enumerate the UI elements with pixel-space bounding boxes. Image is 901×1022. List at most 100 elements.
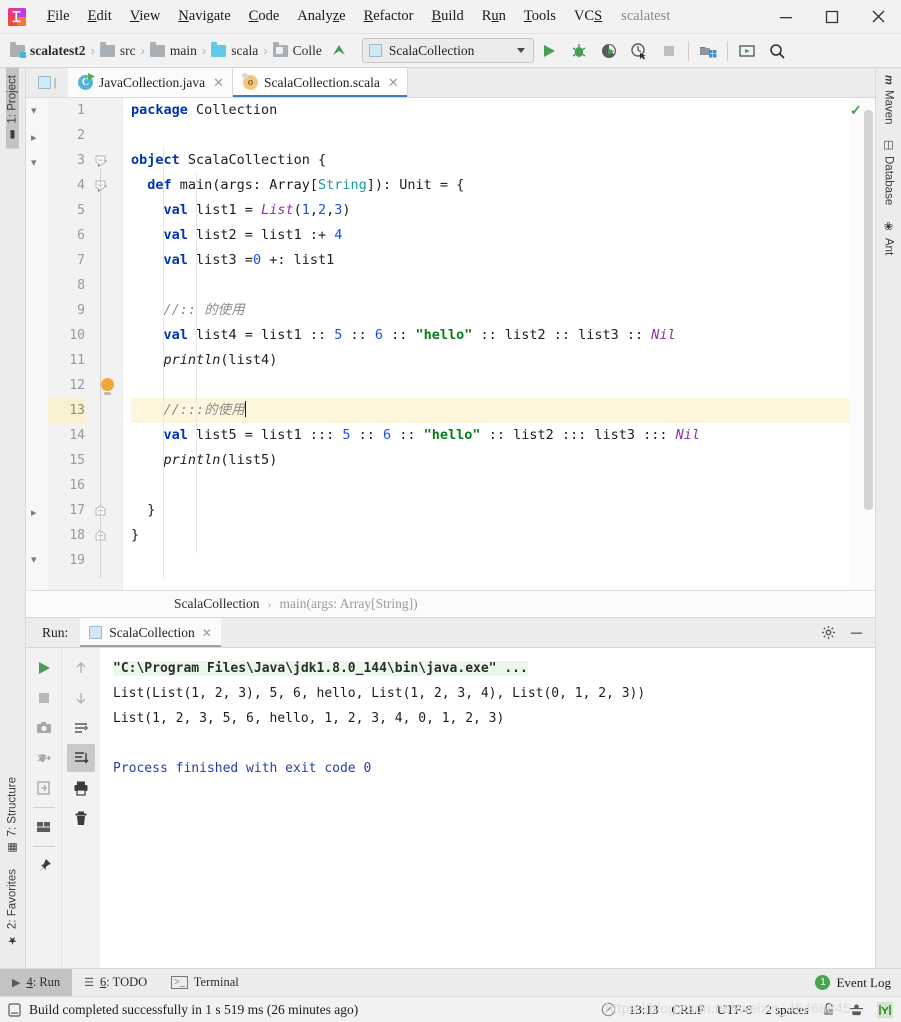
build-project-button[interactable] [693,37,723,65]
menu-analyze[interactable]: Analyze [288,6,354,27]
console-output[interactable]: "C:\Program Files\Java\jdk1.8.0_144\bin\… [100,648,875,968]
menu-edit[interactable]: Edit [79,6,121,27]
code-line[interactable]: def main(args: Array[String]): Unit = { [131,173,849,198]
breadcrumb-scalatest2[interactable]: scalatest2 [8,41,87,59]
menu-build[interactable]: Build [423,6,473,27]
code-line[interactable]: val list4 = list1 :: 5 :: 6 :: "hello" :… [131,323,849,348]
pin-icon[interactable] [30,852,58,880]
menu-view[interactable]: View [121,6,170,27]
code-line[interactable] [131,473,849,498]
menu-file[interactable]: File [38,6,79,27]
chevron-right-icon[interactable]: ▸ [31,506,37,519]
code-line[interactable] [131,273,849,298]
vcs-update-icon[interactable] [324,37,354,65]
gutter-markers[interactable] [92,98,122,590]
bottom-item-todo[interactable]: ☰ 6: TODO [72,969,159,996]
dump-threads-icon[interactable] [30,744,58,772]
menu-code[interactable]: Code [240,6,289,27]
code-line[interactable]: println(list4) [131,348,849,373]
status-line-separator[interactable]: CRLF [671,1002,704,1018]
search-everywhere-button[interactable] [762,37,792,65]
trash-icon[interactable] [67,804,95,832]
chevron-down-icon[interactable]: ▾ [31,553,37,566]
close-icon[interactable]: ✕ [388,75,399,91]
code-editor[interactable]: ▾ ▸ ▾ ▾ ▸ 1 2 3 4 5 6 7 8 9 10 11 12 13 14 15 16 17 18 19 … [26,98,875,590]
status-indent[interactable]: 2 spaces [765,1002,809,1018]
code-line[interactable]: val list3 =0 +: list1 [131,248,849,273]
scrollbar-thumb[interactable] [864,110,873,510]
sidebar-item-favorites[interactable]: ★ 2: Favorites [6,862,20,954]
breadcrumb-main[interactable]: main [148,41,199,59]
intention-bulb-icon[interactable] [101,378,114,395]
breadcrumb-src[interactable]: src [98,41,138,59]
sidebar-item-structure[interactable]: ▦ 7: Structure [6,770,20,861]
breadcrumb-scala[interactable]: scala [209,41,260,59]
sidebar-item-database[interactable]: ◫ Database [882,131,895,212]
sidebar-item-maven[interactable]: m Maven [883,68,895,131]
clock-icon[interactable] [601,1002,616,1017]
status-encoding[interactable]: UTF-8 [717,1002,752,1018]
tab-javacollection[interactable]: C JavaCollection.java ✕ [68,68,233,97]
scroll-to-end-icon[interactable] [67,744,95,772]
scroll-up-icon[interactable] [67,654,95,682]
rerun-icon[interactable] [30,654,58,682]
lock-icon[interactable] [822,1002,836,1017]
code-line[interactable]: val list2 = list1 :+ 4 [131,223,849,248]
settings-gear-icon[interactable] [815,621,841,645]
chevron-right-icon[interactable]: ▸ [31,131,37,144]
sidebar-item-ant[interactable]: ❀ Ant [882,213,895,262]
breadcrumb-method[interactable]: main(args: Array[String]) [279,596,417,612]
menu-navigate[interactable]: Navigate [169,6,239,27]
layout-icon[interactable] [30,813,58,841]
close-button[interactable] [855,0,901,33]
code-line[interactable]: val list5 = list1 ::: 5 :: 6 :: "hello" … [131,423,849,448]
code-content[interactable]: package Collection object ScalaCollectio… [122,98,849,590]
code-line[interactable]: val list1 = List(1,2,3) [131,198,849,223]
breadcrumb-colle[interactable]: Colle [271,41,324,59]
code-line[interactable]: //:::的使用 [131,398,849,423]
code-line[interactable] [131,548,849,573]
sidebar-item-project[interactable]: ▮ 1: Project [6,68,19,149]
close-icon[interactable]: ✕ [213,75,224,91]
minimize-button[interactable] [763,0,809,33]
update-project-button[interactable] [732,37,762,65]
code-line[interactable]: object ScalaCollection { [131,148,849,173]
run-configuration-selector[interactable]: ScalaCollection [361,38,534,63]
error-stripe-marker-bar[interactable]: ✓ [849,98,862,590]
status-time[interactable]: 13:13 [629,1002,659,1018]
close-icon[interactable]: ✕ [202,626,212,640]
menu-refactor[interactable]: Refactor [355,6,423,27]
code-line[interactable] [131,123,849,148]
stop-button[interactable] [654,37,684,65]
stop-icon[interactable] [30,684,58,712]
editor-vertical-scrollbar[interactable] [862,98,875,590]
run-button[interactable] [534,37,564,65]
profile-button[interactable] [624,37,654,65]
fold-open-icon[interactable] [95,155,106,166]
print-icon[interactable] [67,774,95,802]
bottom-item-run[interactable]: ▶ 4: Run [0,969,73,996]
bottom-item-terminal[interactable]: >_ Terminal [159,969,251,996]
console-icon[interactable] [30,774,58,802]
menu-run[interactable]: Run [473,6,515,27]
hector-icon[interactable] [877,1001,893,1018]
run-with-coverage-button[interactable] [594,37,624,65]
soft-wrap-icon[interactable] [67,714,95,742]
scroll-down-icon[interactable] [67,684,95,712]
breadcrumb-class[interactable]: ScalaCollection [174,596,259,612]
chevron-down-icon[interactable]: ▾ [31,104,37,117]
run-tab-scalacollection[interactable]: ScalaCollection ✕ [80,618,221,647]
code-line[interactable]: //:: 的使用 [131,298,849,323]
code-line[interactable] [131,373,849,398]
minimize-icon[interactable] [843,621,869,645]
maximize-button[interactable] [809,0,855,33]
menu-tools[interactable]: Tools [515,6,565,27]
chevron-down-icon[interactable]: ▾ [31,156,37,169]
inspector-icon[interactable] [849,1002,864,1017]
debug-button[interactable] [564,37,594,65]
tab-scalacollection[interactable]: o ScalaCollection.scala ✕ [233,68,408,97]
code-line[interactable]: println(list5) [131,448,849,473]
code-line[interactable]: } [131,523,849,548]
menu-vcs[interactable]: VCS [565,6,611,27]
code-line[interactable]: package Collection [131,98,849,123]
